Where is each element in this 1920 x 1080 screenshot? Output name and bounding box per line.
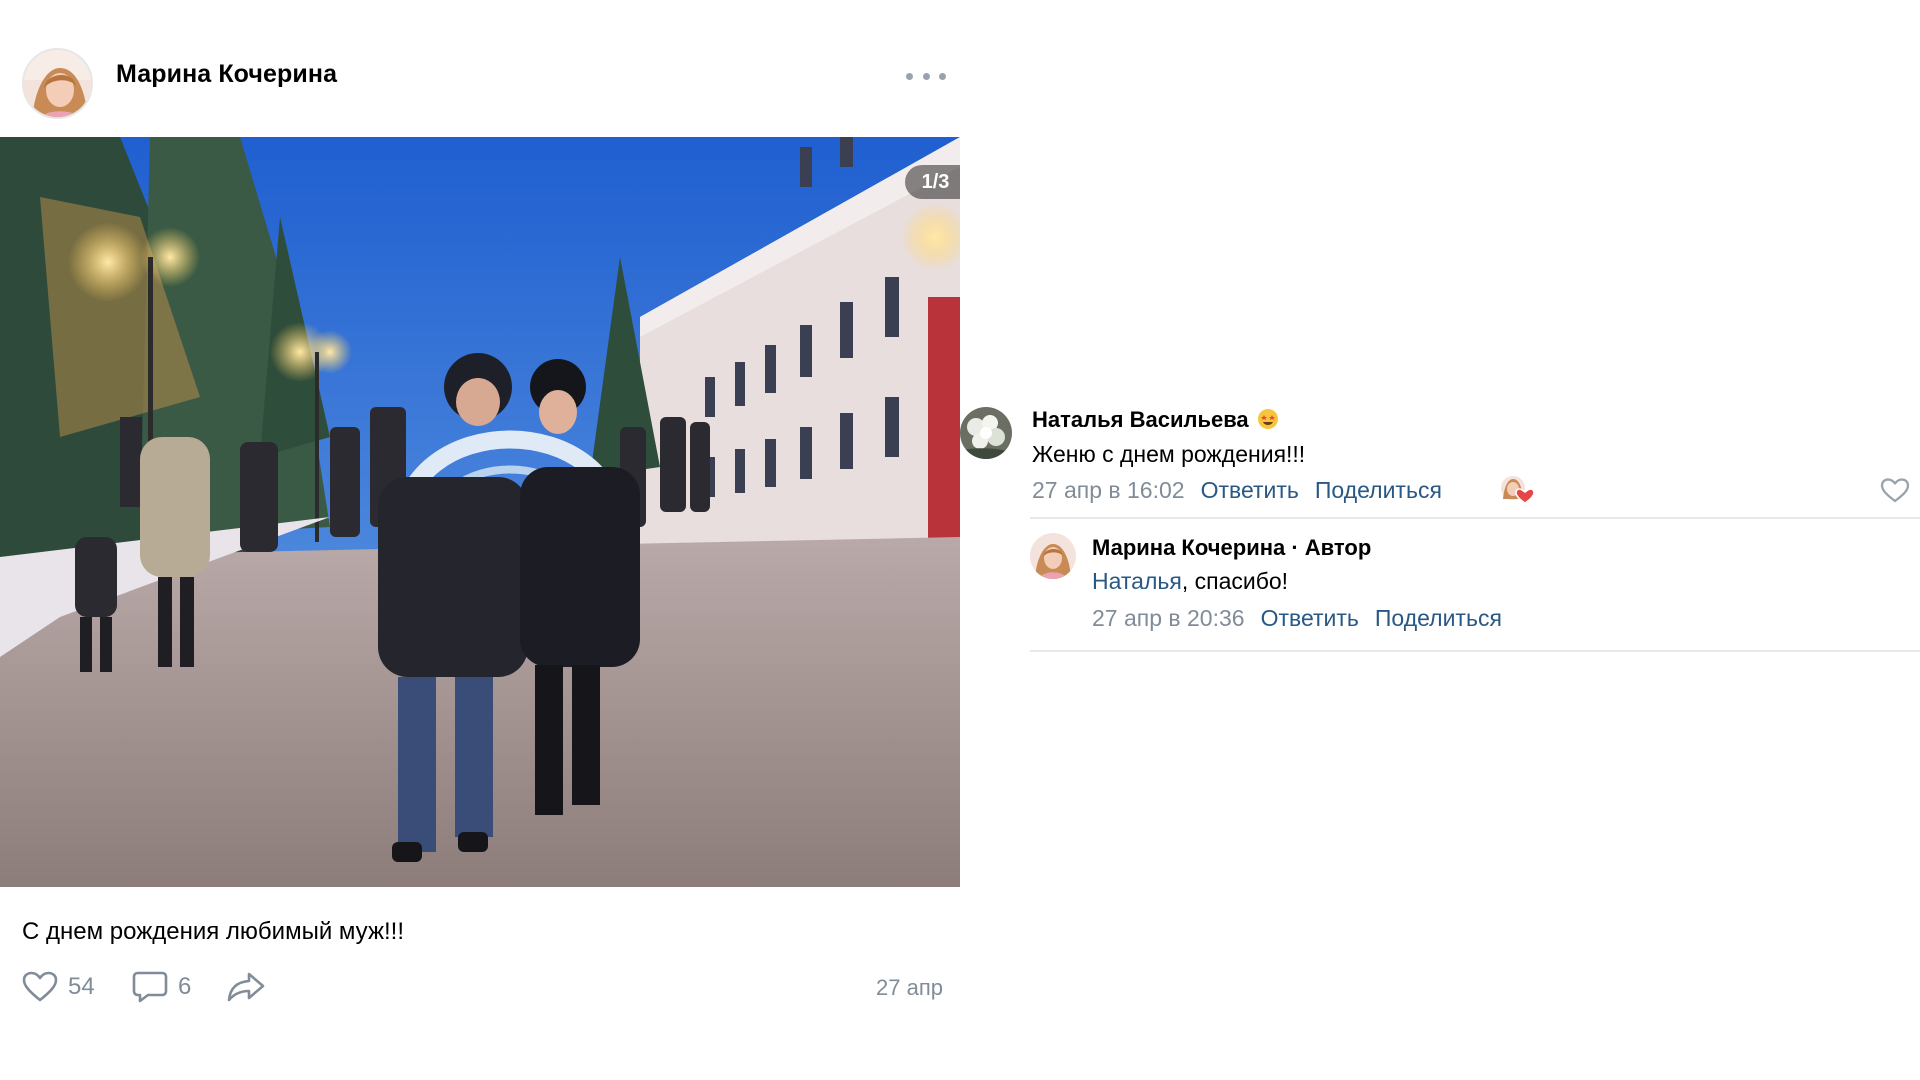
reply-button[interactable]: Ответить [1261, 605, 1359, 632]
comment-icon [132, 971, 168, 1003]
comment-reply: Марина Кочерина · Автор Наталья, спасибо… [1030, 530, 1920, 640]
heart-icon [22, 971, 58, 1002]
post-header: Марина Кочерина [0, 38, 960, 120]
like-count: 54 [68, 973, 95, 1000]
comment-date: 27 апр в 16:02 [1032, 477, 1185, 503]
post-photo[interactable]: 1/3 [0, 137, 960, 887]
share-comment-button[interactable]: Поделиться [1315, 477, 1442, 504]
reply-button[interactable]: Ответить [1201, 477, 1299, 504]
commenter-avatar[interactable] [1030, 533, 1076, 579]
comment-like-button[interactable] [1880, 477, 1910, 508]
photo-counter: 1/3 [905, 165, 960, 199]
commenter-name[interactable]: Марина Кочерина · Автор [1092, 535, 1371, 561]
comment-date: 27 апр в 20:36 [1092, 605, 1245, 631]
more-options-icon[interactable] [906, 66, 946, 86]
comment-button[interactable]: 6 [132, 966, 191, 1008]
comment-meta: 27 апр в 16:02 Ответить Поделиться [1032, 477, 1458, 504]
comment-meta: 27 апр в 20:36 Ответить Поделиться [1092, 605, 1518, 632]
share-comment-button[interactable]: Поделиться [1375, 605, 1502, 632]
commenter-avatar[interactable] [960, 407, 1012, 459]
heart-icon [1880, 478, 1910, 503]
post-date: 27 апр [876, 975, 943, 1000]
comment: Наталья Васильева Женю с днем рождения!!… [960, 405, 1920, 519]
like-button[interactable]: 54 [22, 966, 95, 1008]
share-button[interactable] [226, 966, 266, 1008]
author-liked-badge[interactable] [1496, 473, 1542, 507]
post-actions: 54 6 27 апр [0, 966, 960, 1008]
commenter-name[interactable]: Наталья Васильева [1032, 407, 1279, 433]
comment-text: Женю с днем рождения!!! [1032, 441, 1306, 467]
comment-divider [1030, 517, 1920, 519]
post-author-name[interactable]: Марина Кочерина [116, 60, 337, 89]
post: Марина Кочерина 1/3 С днем рождения люби… [0, 0, 960, 1080]
comment-divider [1030, 650, 1920, 652]
mention-link[interactable]: Наталья [1092, 568, 1182, 594]
comment-count: 6 [178, 973, 192, 1000]
comment-text: Наталья, спасибо! [1092, 568, 1289, 594]
share-icon [227, 972, 265, 1002]
comments-section: Наталья Васильева Женю с днем рождения!!… [960, 0, 1920, 1080]
star-struck-emoji-icon [1257, 408, 1279, 430]
author-avatar[interactable] [22, 48, 93, 119]
post-caption: С днем рождения любимый муж!!! [22, 918, 405, 945]
